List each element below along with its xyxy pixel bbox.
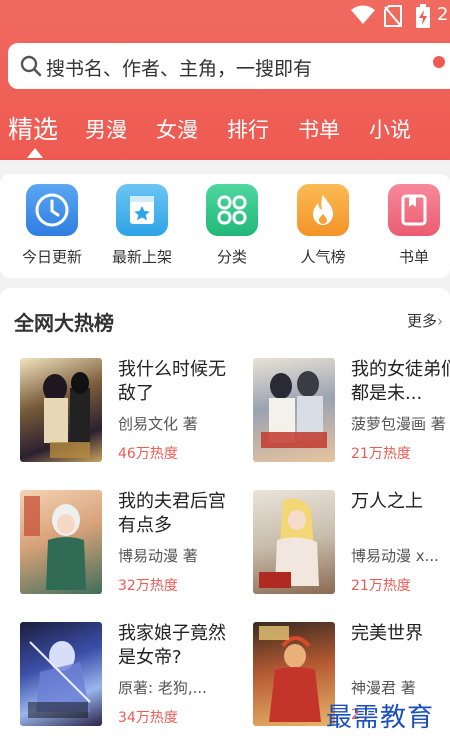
tab-female-comics[interactable]: 女漫 [156, 114, 198, 144]
clock-icon [26, 184, 78, 236]
comic-cover[interactable] [20, 622, 102, 726]
search-bar[interactable]: 搜书名、作者、主角，一搜即有 [8, 43, 450, 89]
comic-cover[interactable] [253, 490, 335, 594]
comic-author: 创易文化 著 [118, 415, 198, 433]
flame-icon [297, 184, 349, 236]
comic-cover[interactable] [20, 358, 102, 462]
grid-icon [206, 184, 258, 236]
comic-author: 原著: 老狗,... [118, 679, 207, 697]
comic-author: 菠萝包漫画 著 [351, 415, 446, 433]
active-tab-indicator [27, 148, 43, 158]
category-label: 书单 [398, 248, 429, 266]
tab-rankings[interactable]: 排行 [227, 114, 269, 144]
wifi-icon [350, 5, 376, 29]
no-sim-icon [384, 5, 402, 31]
ranking-item[interactable]: 我什么时候无敌了 创易文化 著 46万热度 [20, 358, 235, 466]
status-bar: 2:2 [330, 0, 450, 32]
quick-categories: 今日更新 最新上架 分类 人气榜 书单 [0, 174, 450, 278]
ranking-item[interactable]: 我家娘子竟然是女帝? 原著: 老狗,... 34万热度 [20, 622, 235, 730]
comic-title[interactable]: 我的女徒弟们都是未... [351, 358, 450, 406]
comic-title[interactable]: 我的夫君后宫有点多 [118, 490, 236, 538]
comic-author: 博易动漫 著 [118, 547, 198, 565]
more-link[interactable]: 更多› [407, 310, 443, 331]
more-label[interactable]: 更多 [407, 312, 437, 330]
watermark: 最需教育 [326, 703, 435, 733]
category-label: 分类 [216, 248, 247, 266]
comic-heat: 21万热度 [351, 446, 411, 462]
search-placeholder[interactable]: 搜书名、作者、主角，一搜即有 [46, 54, 312, 81]
battery-charging-icon [416, 4, 430, 32]
ranking-item[interactable]: 我的夫君后宫有点多 博易动漫 著 32万热度 [20, 490, 235, 598]
comic-heat: 32万热度 [118, 578, 178, 594]
category-popular[interactable]: 人气榜 [283, 184, 363, 267]
category-label: 最新上架 [111, 248, 172, 266]
comic-cover[interactable] [253, 358, 335, 462]
comic-author: 神漫君 著 [351, 679, 416, 697]
category-new-arrivals[interactable]: 最新上架 [102, 184, 182, 267]
category-tabs: 精选 男漫 女漫 排行 书单 小说 [0, 108, 450, 148]
category-label: 人气榜 [300, 248, 346, 266]
section-title: 全网大热榜 [14, 311, 114, 335]
category-classification[interactable]: 分类 [192, 184, 272, 267]
comic-title[interactable]: 我家娘子竟然是女帝? [118, 622, 236, 670]
status-time: 2:2 [437, 4, 450, 25]
comic-author: 博易动漫 x... [351, 547, 439, 565]
notification-dot [433, 56, 445, 68]
ranking-item[interactable]: 万人之上 博易动漫 x... 21万热度 [253, 490, 450, 598]
comic-title[interactable]: 万人之上 [351, 490, 450, 514]
tab-novels[interactable]: 小说 [369, 114, 411, 144]
search-icon [20, 55, 42, 81]
comic-heat: 46万热度 [118, 446, 178, 462]
book-icon [388, 184, 440, 236]
comic-heat: 34万热度 [118, 710, 178, 726]
category-book-list[interactable]: 书单 [374, 184, 450, 267]
comic-cover[interactable] [253, 622, 335, 726]
comic-title[interactable]: 我什么时候无敌了 [118, 358, 236, 406]
hot-ranking-section: 全网大热榜 更多› 我什么时候无敌了 创易文化 著 46万热度 我的女徒弟们都是… [0, 288, 450, 748]
header: 2:2 搜书名、作者、主角，一搜即有 精选 男漫 女漫 排行 书单 小说 [0, 0, 450, 160]
tab-featured[interactable]: 精选 [8, 110, 58, 146]
tab-book-lists[interactable]: 书单 [298, 114, 340, 144]
category-today-update[interactable]: 今日更新 [12, 184, 92, 267]
comic-title[interactable]: 完美世界 [351, 622, 450, 646]
ranking-item[interactable]: 我的女徒弟们都是未... 菠萝包漫画 著 21万热度 [253, 358, 450, 466]
star-box-icon [116, 184, 168, 236]
comic-heat: 21万热度 [351, 578, 411, 594]
chevron-right-icon: › [437, 312, 444, 330]
tab-male-comics[interactable]: 男漫 [85, 114, 127, 144]
comic-cover[interactable] [20, 490, 102, 594]
category-label: 今日更新 [21, 248, 82, 266]
